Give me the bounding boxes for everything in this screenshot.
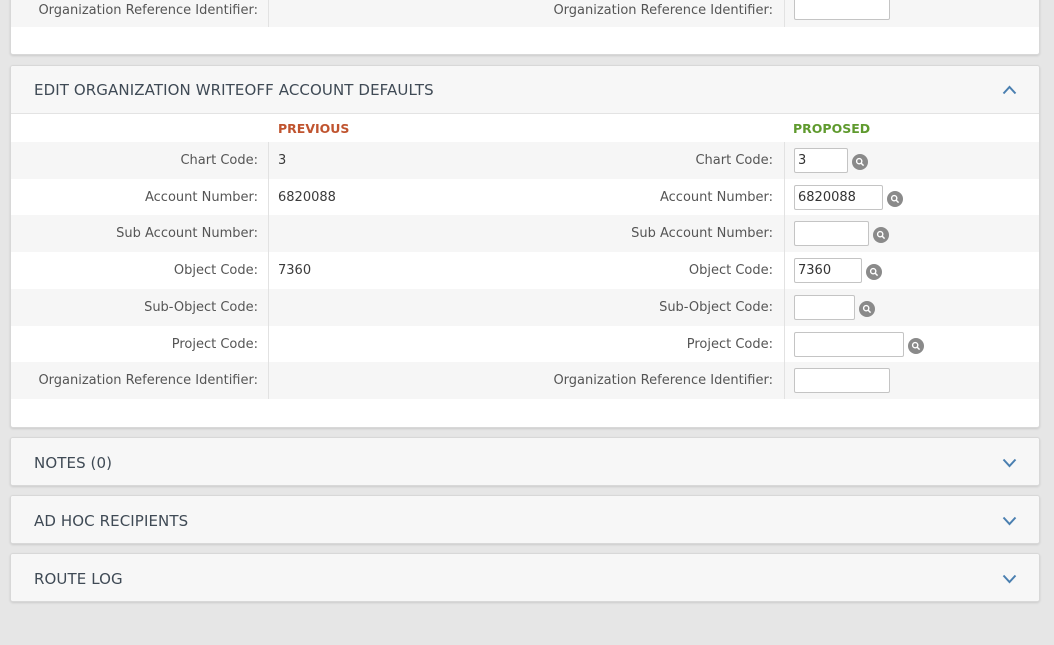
column-divider <box>784 215 785 253</box>
search-icon[interactable] <box>852 154 868 170</box>
field-row-sub-object-code: Sub-Object Code: Sub-Object Code: <box>11 288 1039 326</box>
sub-account-number-input[interactable] <box>794 221 869 247</box>
column-divider <box>268 215 269 253</box>
org-ref-id-row: Organization Reference Identifier: Organ… <box>11 0 1039 27</box>
object-code-label-proposed: Object Code: <box>688 263 773 279</box>
column-divider <box>784 252 785 290</box>
account-number-label-previous: Account Number: <box>145 189 258 205</box>
organization-reference-identifier-label-proposed: Organization Reference Identifier: <box>553 373 773 389</box>
chevron-up-icon[interactable] <box>1001 82 1017 98</box>
column-divider <box>784 142 785 179</box>
search-icon[interactable] <box>859 300 875 317</box>
search-icon[interactable] <box>873 227 889 244</box>
chart-code-label-previous: Chart Code: <box>180 153 258 168</box>
route-log-section-title: ROUTE LOG <box>34 569 123 588</box>
field-row-account-number: Account Number: 6820088 Account Number: 682… <box>11 178 1039 216</box>
column-divider <box>784 288 785 326</box>
sub-object-code-input[interactable] <box>794 294 855 320</box>
writeoff-account-defaults-panel: EDIT ORGANIZATION WRITEOFF ACCOUNT DEFAU… <box>10 65 1040 428</box>
column-divider <box>784 178 785 216</box>
column-divider <box>784 362 785 400</box>
chevron-down-icon[interactable] <box>1001 571 1017 587</box>
account-number-input[interactable]: 6820088 <box>794 184 883 210</box>
org-ref-id-label-previous: Organization Reference Identifier: <box>38 2 258 18</box>
previous-section-panel: Organization Reference Identifier: Organ… <box>10 0 1040 55</box>
ad-hoc-recipients-section-title: AD HOC RECIPIENTS <box>34 511 189 530</box>
project-code-label-proposed: Project Code: <box>686 336 773 352</box>
column-divider <box>268 362 269 400</box>
column-divider <box>784 325 785 363</box>
route-log-panel: ROUTE LOG <box>10 553 1040 602</box>
column-divider <box>268 288 269 326</box>
field-row-chart-code: Chart Code: 3 Chart Code: 3 <box>11 142 1039 179</box>
chart-code-input[interactable]: 3 <box>794 148 848 173</box>
column-divider <box>268 252 269 290</box>
column-divider <box>268 178 269 216</box>
notes-panel: NOTES (0) <box>10 437 1040 486</box>
sub-account-number-label-previous: Sub Account Number: <box>116 226 258 242</box>
column-divider <box>268 142 269 179</box>
sub-object-code-label-previous: Sub-Object Code: <box>144 299 258 315</box>
search-icon[interactable] <box>908 337 924 354</box>
field-row-sub-account-number: Sub Account Number: Sub Account Number: <box>11 215 1039 253</box>
previous-column-header: PREVIOUS <box>278 120 350 136</box>
sub-account-number-label-proposed: Sub Account Number: <box>631 226 773 242</box>
search-icon[interactable] <box>866 264 882 281</box>
org-ref-id-label-proposed: Organization Reference Identifier: <box>553 2 773 18</box>
search-icon[interactable] <box>887 190 903 207</box>
writeoff-section-title: EDIT ORGANIZATION WRITEOFF ACCOUNT DEFAU… <box>34 81 434 99</box>
organization-reference-identifier-label-previous: Organization Reference Identifier: <box>38 373 258 389</box>
chevron-down-icon[interactable] <box>1001 455 1017 471</box>
chevron-down-icon[interactable] <box>1001 513 1017 529</box>
ad-hoc-recipients-section-header[interactable]: AD HOC RECIPIENTS <box>11 496 1039 543</box>
sub-object-code-label-proposed: Sub-Object Code: <box>659 299 773 315</box>
organization-reference-identifier-input[interactable] <box>794 368 890 394</box>
notes-section-header[interactable]: NOTES (0) <box>11 438 1039 485</box>
column-divider <box>268 0 269 27</box>
column-header-row: PREVIOUS PROPOSED <box>11 114 1039 142</box>
notes-section-title: NOTES (0) <box>34 453 113 472</box>
field-row-project-code: Project Code: Project Code: <box>11 325 1039 363</box>
field-row-object-code: Object Code: 7360 Object Code: 7360 <box>11 252 1039 290</box>
project-code-label-previous: Project Code: <box>171 336 258 352</box>
proposed-column-header: PROPOSED <box>793 120 871 136</box>
org-ref-id-input-top[interactable] <box>794 0 890 20</box>
account-number-label-proposed: Account Number: <box>660 189 773 205</box>
chart-code-label-proposed: Chart Code: <box>695 153 773 168</box>
project-code-input[interactable] <box>794 331 904 357</box>
object-code-input[interactable]: 7360 <box>794 258 862 284</box>
route-log-section-header[interactable]: ROUTE LOG <box>11 554 1039 601</box>
column-divider <box>784 0 785 27</box>
object-code-label-previous: Object Code: <box>173 263 258 279</box>
ad-hoc-recipients-panel: AD HOC RECIPIENTS <box>10 495 1040 544</box>
column-divider <box>268 325 269 363</box>
field-row-organization-reference-identifier: Organization Reference Identifier: Organi… <box>11 362 1039 400</box>
writeoff-section-header[interactable]: EDIT ORGANIZATION WRITEOFF ACCOUNT DEFAU… <box>11 66 1039 114</box>
